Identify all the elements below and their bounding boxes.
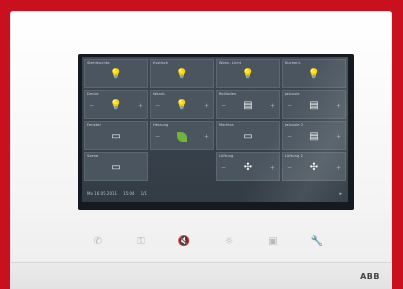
- fan-icon: ✣: [309, 161, 319, 173]
- plus-icon[interactable]: +: [204, 102, 209, 109]
- minus-icon[interactable]: −: [287, 102, 292, 109]
- plus-icon[interactable]: +: [204, 133, 209, 140]
- tile-label: Kuchenl.: [285, 61, 302, 65]
- hardware-button-row: ✆ ⚿ 🔇 ☼ ▣ 🔧: [10, 233, 392, 249]
- screen-icon[interactable]: ▣: [265, 233, 281, 249]
- minus-icon[interactable]: −: [287, 164, 292, 171]
- tile[interactable]: Rollladen − ▤ +: [216, 90, 280, 119]
- tile-label: Szene: [87, 154, 99, 158]
- minus-icon[interactable]: −: [221, 164, 226, 171]
- blind-icon: ▤: [309, 130, 319, 142]
- plus-icon[interactable]: +: [270, 102, 275, 109]
- tile-grid: Stehleuchte 💡 Esstisch 💡 Wohn. Licht 💡 Kuch…: [84, 59, 346, 181]
- tile[interactable]: Szene ▭: [84, 152, 148, 181]
- lightbulb-icon: 💡: [307, 68, 321, 80]
- lightbulb-icon: 💡: [175, 99, 189, 111]
- tile[interactable]: Kuchenl. 💡: [282, 59, 346, 88]
- lightbulb-icon: 💡: [175, 68, 189, 80]
- plus-icon[interactable]: +: [138, 102, 143, 109]
- tile[interactable]: Fenster ▭: [84, 121, 148, 150]
- plus-icon[interactable]: +: [336, 164, 341, 171]
- tile-label: Decke: [87, 92, 99, 96]
- minus-icon[interactable]: −: [155, 102, 160, 109]
- tile[interactable]: Esstisch 💡: [150, 59, 214, 88]
- tile[interactable]: Lüftung − ✣ +: [216, 152, 280, 181]
- brand-logo: ABB: [360, 272, 380, 281]
- tile-label: Fenster: [87, 123, 102, 127]
- status-date: Mo 16.05.2011: [87, 191, 118, 196]
- tile[interactable]: Markise ▭: [216, 121, 280, 150]
- lightbulb-icon: 💡: [109, 99, 123, 111]
- fan-icon: ✣: [243, 161, 253, 173]
- mute-icon[interactable]: 🔇: [176, 233, 192, 249]
- tile-label: Lüftung: [219, 154, 234, 158]
- blind-icon: ▤: [309, 99, 319, 111]
- tile[interactable]: Jalousie − ▤ +: [282, 90, 346, 119]
- tile[interactable]: Wandl. − 💡 +: [150, 90, 214, 119]
- tile-label: Jalousie 2: [285, 123, 304, 127]
- light-icon[interactable]: ☼: [221, 233, 237, 249]
- tile-empty: [150, 152, 214, 181]
- tile-label: Rollladen: [219, 92, 237, 96]
- plus-icon[interactable]: +: [336, 133, 341, 140]
- intercom-panel: Stehleuchte 💡 Esstisch 💡 Wohn. Licht 💡 Kuch…: [10, 11, 392, 289]
- lightbulb-icon: 💡: [109, 68, 123, 80]
- lightbulb-icon: 💡: [241, 68, 255, 80]
- next-page-icon[interactable]: ▸: [339, 191, 342, 197]
- minus-icon[interactable]: −: [221, 102, 226, 109]
- status-page: 1/1: [140, 191, 148, 196]
- tile-label: Heizung: [153, 123, 169, 127]
- minus-icon[interactable]: −: [89, 102, 94, 109]
- phone-icon[interactable]: ✆: [90, 233, 106, 249]
- scene-icon: ▭: [111, 161, 121, 173]
- plus-icon[interactable]: +: [270, 164, 275, 171]
- touch-screen[interactable]: Stehleuchte 💡 Esstisch 💡 Wohn. Licht 💡 Kuch…: [82, 57, 348, 202]
- display-bezel: Stehleuchte 💡 Esstisch 💡 Wohn. Licht 💡 Kuch…: [78, 54, 354, 210]
- status-time: 15:04: [123, 191, 135, 196]
- tile-label: Esstisch: [153, 61, 169, 65]
- tile[interactable]: Stehleuchte 💡: [84, 59, 148, 88]
- tile[interactable]: Heizung − +: [150, 121, 214, 150]
- awning-icon: ▭: [243, 130, 253, 142]
- leaf-icon: [177, 131, 187, 142]
- key-icon[interactable]: ⚿: [133, 233, 149, 249]
- window-icon: ▭: [111, 130, 121, 142]
- tile-label: Markise: [219, 123, 234, 127]
- minus-icon[interactable]: −: [287, 133, 292, 140]
- tile-label: Lüftung 2: [285, 154, 303, 158]
- status-bar: Mo 16.05.2011 15:04 1/1 ▸: [84, 187, 346, 200]
- tile[interactable]: Wohn. Licht 💡: [216, 59, 280, 88]
- wrench-icon[interactable]: 🔧: [309, 233, 325, 249]
- tile-label: Jalousie: [285, 92, 300, 96]
- tile-label: Stehleuchte: [87, 61, 110, 65]
- tile[interactable]: Lüftung 2 − ✣ +: [282, 152, 346, 181]
- plus-icon[interactable]: +: [336, 102, 341, 109]
- tile-label: Wohn. Licht: [219, 61, 242, 65]
- tile[interactable]: Jalousie 2 − ▤ +: [282, 121, 346, 150]
- minus-icon[interactable]: −: [155, 133, 160, 140]
- bottom-strip: ABB: [10, 262, 392, 289]
- blind-icon: ▤: [243, 99, 253, 111]
- tile-label: Wandl.: [153, 92, 166, 96]
- tile[interactable]: Decke − 💡 +: [84, 90, 148, 119]
